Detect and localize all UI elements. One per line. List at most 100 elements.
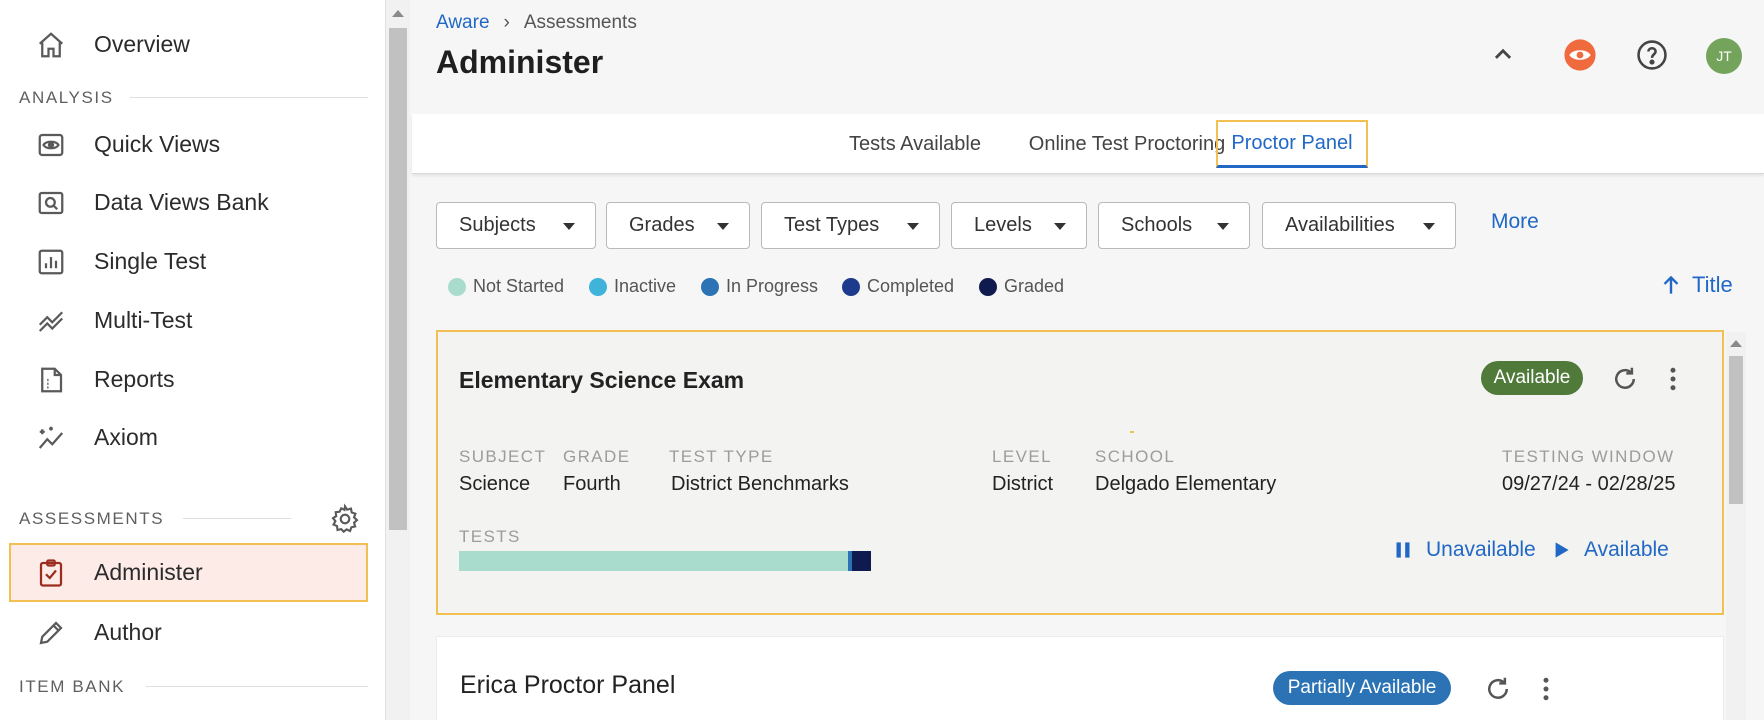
marker — [1130, 431, 1134, 433]
proctor-card[interactable]: Erica Proctor Panel Partially Available — [436, 636, 1724, 720]
testing-window-value: 09/27/24 - 02/28/25 — [1502, 473, 1676, 495]
sort-label: Title — [1692, 272, 1733, 297]
legend-label: Graded — [1004, 276, 1065, 296]
subject-label: SUBJECT — [459, 447, 547, 466]
clipboard-check-icon — [36, 558, 66, 588]
progress-segment — [459, 551, 849, 571]
bar-chart-icon — [36, 247, 66, 277]
home-icon — [36, 30, 66, 60]
sidebar-item-label: Multi-Test — [94, 306, 193, 333]
scrollbar-thumb[interactable] — [1729, 356, 1743, 504]
legend-dot — [448, 277, 466, 296]
filter-levels[interactable]: Levels — [951, 202, 1087, 249]
legend-dot — [701, 277, 719, 296]
legend-graded: Graded — [979, 276, 1064, 297]
more-vert-icon[interactable] — [1531, 674, 1561, 704]
filter-label: Test Types — [784, 214, 880, 236]
scroll-up-icon[interactable] — [1730, 340, 1742, 347]
sidebar-item-quick-views[interactable]: Quick Views — [0, 115, 370, 173]
proctor-eye-icon[interactable] — [1563, 38, 1597, 72]
search-box-icon — [36, 188, 66, 218]
legend-label: Inactive — [614, 276, 677, 296]
legend-completed: Completed — [842, 276, 954, 297]
sidebar-item-administer[interactable]: Administer — [0, 543, 370, 601]
legend-label: In Progress — [726, 276, 819, 296]
sidebar-item-reports[interactable]: Reports — [0, 350, 370, 408]
breadcrumb-link[interactable]: Aware — [436, 12, 490, 33]
main-content: Aware › Assessments Administer JT Tests Av… — [410, 0, 1764, 720]
test-type-value: District Benchmarks — [671, 473, 849, 495]
tests-progress-bar — [459, 551, 871, 571]
filter-label: Levels — [974, 214, 1032, 236]
more-filters-link[interactable]: More — [1491, 210, 1539, 234]
filter-grades[interactable]: Grades — [606, 202, 750, 249]
pause-icon — [1396, 542, 1410, 558]
scroll-up-icon[interactable] — [392, 10, 404, 17]
sidebar-item-label: Quick Views — [94, 130, 221, 157]
filter-label: Grades — [629, 214, 695, 236]
filter-availabilities[interactable]: Availabilities — [1262, 202, 1456, 249]
sidebar-item-label: Data Views Bank — [94, 188, 269, 215]
proctor-card[interactable]: Elementary Science Exam Available SUBJEC… — [436, 330, 1724, 615]
caret-down-icon — [563, 223, 575, 230]
scrollbar-thumb[interactable] — [389, 28, 407, 530]
caret-down-icon — [717, 223, 729, 230]
sidebar-item-label: Axiom — [94, 423, 158, 450]
filter-subjects[interactable]: Subjects — [436, 202, 596, 249]
chevron-right-icon: › — [503, 12, 510, 33]
sidebar-item-overview[interactable]: Overview — [0, 15, 370, 73]
breadcrumb: Aware › Assessments — [436, 12, 637, 34]
school-label: SCHOOL — [1095, 447, 1176, 466]
legend-inactive: Inactive — [589, 276, 676, 297]
sidebar-item-label: Author — [94, 618, 162, 645]
tab-bar: Tests Available Online Test Proctoring P… — [412, 114, 1764, 174]
sidebar-item-author[interactable]: Author — [0, 603, 370, 661]
legend-not-started: Not Started — [448, 276, 564, 297]
refresh-icon[interactable] — [1610, 364, 1640, 394]
divider — [183, 518, 291, 519]
chevron-up-icon[interactable] — [1486, 38, 1520, 72]
make-available-button[interactable]: Available — [1548, 537, 1669, 563]
report-icon — [36, 365, 66, 395]
sidebar-item-single-test[interactable]: Single Test — [0, 232, 370, 290]
level-label: LEVEL — [992, 447, 1052, 466]
filter-test-types[interactable]: Test Types — [761, 202, 940, 249]
card-title: Elementary Science Exam — [459, 367, 745, 393]
gear-icon[interactable] — [329, 503, 361, 535]
action-label: Unavailable — [1426, 538, 1536, 561]
tab-tests-available[interactable]: Tests Available — [826, 114, 1004, 174]
status-badge: Partially Available — [1273, 671, 1451, 705]
breadcrumb-current: Assessments — [523, 12, 637, 33]
refresh-icon[interactable] — [1483, 674, 1513, 704]
content-scrollbar[interactable] — [1726, 332, 1746, 720]
sidebar-item-label: Reports — [94, 365, 175, 392]
make-unavailable-button[interactable]: Unavailable — [1390, 537, 1536, 563]
page-title: Administer — [436, 44, 604, 80]
caret-down-icon — [907, 223, 919, 230]
avatar[interactable]: JT — [1706, 38, 1742, 74]
subject-value: Science — [459, 473, 531, 495]
divider — [130, 97, 368, 98]
legend-dot — [979, 277, 997, 296]
testing-window-label: TESTING WINDOW — [1502, 447, 1675, 466]
sidebar-scrollbar[interactable] — [386, 0, 410, 720]
sidebar-item-data-views-bank[interactable]: Data Views Bank — [0, 173, 370, 231]
card-title: Erica Proctor Panel — [460, 671, 676, 699]
tab-proctor-panel[interactable]: Proctor Panel — [1216, 120, 1368, 168]
filter-schools[interactable]: Schools — [1098, 202, 1250, 249]
help-icon[interactable] — [1635, 38, 1669, 72]
sparkle-icon — [36, 423, 66, 453]
sidebar-item-axiom[interactable]: Axiom — [0, 408, 370, 466]
sidebar: Overview ANALYSIS Quick Views Data Views… — [0, 0, 386, 720]
tab-online-test-proctoring[interactable]: Online Test Proctoring — [1022, 114, 1232, 174]
sort-title-button[interactable]: Title — [1658, 272, 1733, 298]
progress-segment — [852, 551, 871, 571]
caret-down-icon — [1423, 223, 1435, 230]
caret-down-icon — [1217, 223, 1229, 230]
sidebar-item-multi-test[interactable]: Multi-Test — [0, 291, 370, 349]
trend-icon — [36, 306, 66, 336]
legend-in-progress: In Progress — [701, 276, 818, 297]
filter-label: Schools — [1121, 214, 1193, 236]
legend-label: Completed — [867, 276, 955, 296]
more-vert-icon[interactable] — [1658, 364, 1688, 394]
